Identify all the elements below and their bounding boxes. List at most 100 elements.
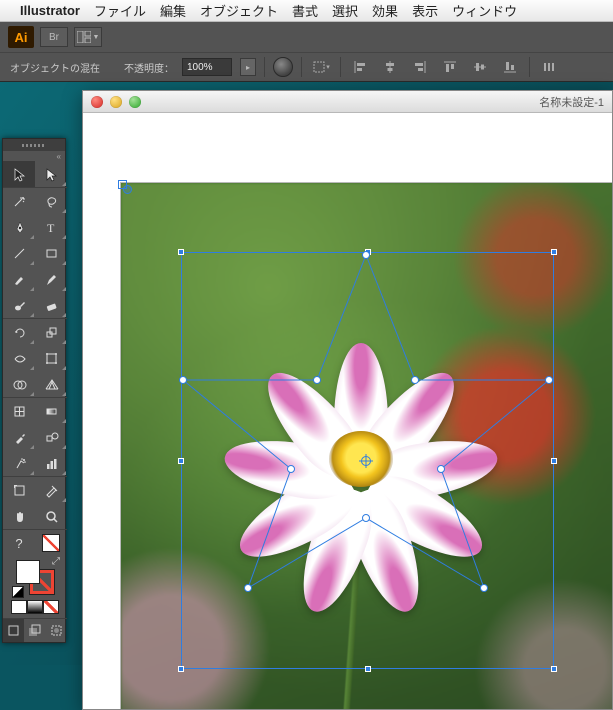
foreground-swatch[interactable] <box>35 530 67 556</box>
magic-wand-tool[interactable] <box>3 188 35 214</box>
menu-type[interactable]: 書式 <box>292 1 318 20</box>
lasso-tool[interactable] <box>35 188 67 214</box>
paintbrush-tool[interactable] <box>3 266 35 292</box>
magic-wand-icon <box>12 194 27 209</box>
selection-tool[interactable] <box>3 161 35 187</box>
direct-selection-icon <box>44 167 59 182</box>
shape-builder-icon <box>12 377 27 392</box>
swap-fill-stroke-icon[interactable]: ⤢ <box>52 556 60 567</box>
shape-builder-tool[interactable] <box>3 371 35 397</box>
rectangle-tool[interactable] <box>35 240 67 266</box>
zoom-icon <box>44 509 59 524</box>
arrange-documents-button[interactable]: ▼ <box>74 27 102 47</box>
blend-icon <box>44 430 59 445</box>
align-left-button[interactable] <box>349 57 371 77</box>
selection-type-label: オブジェクトの混在 <box>10 60 100 75</box>
pen-tool[interactable] <box>3 214 35 240</box>
width-tool[interactable] <box>3 345 35 371</box>
panel-collapse-button[interactable]: « <box>3 151 65 161</box>
opacity-dropdown-button[interactable]: ▸ <box>240 58 256 76</box>
eraser-tool[interactable] <box>35 292 67 318</box>
menu-select[interactable]: 選択 <box>332 1 358 20</box>
blob-brush-tool[interactable] <box>3 292 35 318</box>
distribute-button[interactable] <box>538 57 560 77</box>
hand-tool[interactable] <box>3 503 35 529</box>
tools-panel: « T? ⤢ <box>2 138 66 643</box>
align-hcenter-button[interactable] <box>379 57 401 77</box>
pencil-tool[interactable] <box>35 266 67 292</box>
macos-menubar: Illustrator ファイル 編集 オブジェクト 書式 選択 効果 表示 ウ… <box>0 0 613 22</box>
free-transform-icon <box>44 351 59 366</box>
app-bar: Ai Br ▼ <box>0 22 613 52</box>
menu-view[interactable]: 表示 <box>412 1 438 20</box>
type-tool[interactable]: T <box>35 214 67 240</box>
align-to-selection-button[interactable]: ▾ <box>310 57 332 77</box>
perspective-grid-tool[interactable] <box>35 371 67 397</box>
draw-inside-button[interactable] <box>46 619 67 642</box>
align-bottom-button[interactable] <box>499 57 521 77</box>
rotate-tool[interactable] <box>3 319 35 345</box>
menu-effect[interactable]: 効果 <box>372 1 398 20</box>
rotate-icon <box>12 325 27 340</box>
bridge-button[interactable]: Br <box>40 27 68 47</box>
canvas-area[interactable] <box>83 113 612 709</box>
rectangle-icon <box>44 246 59 261</box>
panel-grip[interactable] <box>3 139 65 151</box>
free-transform-tool[interactable] <box>35 345 67 371</box>
zoom-tool[interactable] <box>35 503 67 529</box>
help-button[interactable]: ? <box>3 530 35 556</box>
color-mode-none[interactable] <box>43 600 59 614</box>
control-bar: オブジェクトの混在 不透明度： 100% ▸ ▾ <box>0 52 613 82</box>
align-top-button[interactable] <box>439 57 461 77</box>
menu-object[interactable]: オブジェクト <box>200 1 278 20</box>
artboard-icon <box>12 483 27 498</box>
gradient-tool[interactable] <box>35 398 67 424</box>
eyedropper-tool[interactable] <box>3 424 35 450</box>
minimize-window-button[interactable] <box>110 96 122 108</box>
fill-swatch[interactable] <box>16 560 40 584</box>
mesh-icon <box>12 404 27 419</box>
pen-icon <box>12 220 27 235</box>
selection-icon <box>12 167 27 182</box>
color-mode-gradient[interactable] <box>27 600 43 614</box>
menu-window[interactable]: ウィンドウ <box>452 1 517 20</box>
zoom-window-button[interactable] <box>129 96 141 108</box>
gradient-icon <box>44 404 59 419</box>
document-titlebar[interactable]: 名称未設定-1 <box>83 91 612 113</box>
type-icon: T <box>44 220 59 235</box>
app-menu[interactable]: Illustrator <box>20 3 80 18</box>
artboard[interactable] <box>121 183 612 709</box>
scale-tool[interactable] <box>35 319 67 345</box>
recolor-artwork-button[interactable] <box>273 57 293 77</box>
line-segment-icon <box>12 246 27 261</box>
align-right-button[interactable] <box>409 57 431 77</box>
desktop-area: 名称未設定-1 <box>0 82 613 665</box>
width-icon <box>12 351 27 366</box>
menu-edit[interactable]: 編集 <box>160 1 186 20</box>
column-graph-tool[interactable] <box>35 450 67 476</box>
document-title: 名称未設定-1 <box>539 94 604 110</box>
window-controls <box>91 96 141 108</box>
color-mode-solid[interactable] <box>11 600 27 614</box>
close-window-button[interactable] <box>91 96 103 108</box>
menu-file[interactable]: ファイル <box>94 1 146 20</box>
blend-tool[interactable] <box>35 424 67 450</box>
draw-normal-button[interactable] <box>3 619 24 642</box>
slice-tool[interactable] <box>35 477 67 503</box>
opacity-input[interactable]: 100% <box>182 58 232 76</box>
slice-icon <box>44 483 59 498</box>
align-stroke-icon <box>312 60 326 74</box>
ai-logo-icon: Ai <box>8 26 34 48</box>
align-vcenter-button[interactable] <box>469 57 491 77</box>
direct-selection-tool[interactable] <box>35 161 67 187</box>
line-segment-tool[interactable] <box>3 240 35 266</box>
fill-stroke-control[interactable]: ⤢ <box>16 560 54 594</box>
lasso-icon <box>44 194 59 209</box>
hand-icon <box>12 509 27 524</box>
default-fill-stroke-icon[interactable] <box>12 586 24 598</box>
artboard-tool[interactable] <box>3 477 35 503</box>
draw-behind-button[interactable] <box>24 619 45 642</box>
mesh-tool[interactable] <box>3 398 35 424</box>
blob-brush-icon <box>12 298 27 313</box>
symbol-sprayer-tool[interactable] <box>3 450 35 476</box>
